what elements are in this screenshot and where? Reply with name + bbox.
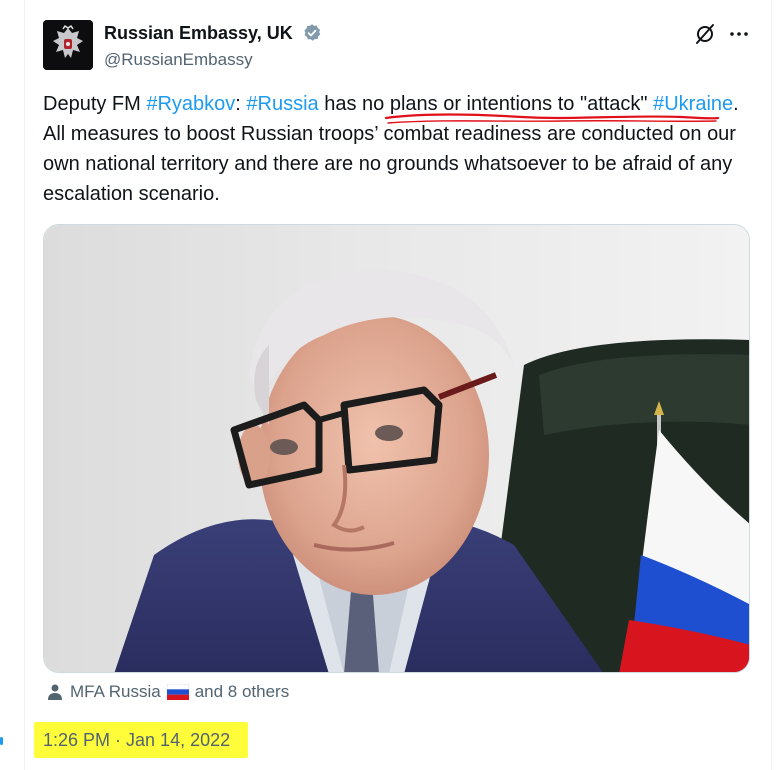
hashtag-ukraine[interactable]: #Ukraine bbox=[653, 93, 733, 115]
more-options-icon[interactable] bbox=[727, 22, 751, 46]
tagged-others: and 8 others bbox=[194, 682, 290, 701]
tweet-text-segment: : bbox=[235, 93, 247, 115]
tweet-photo[interactable] bbox=[43, 224, 750, 673]
verified-badge-icon bbox=[304, 24, 321, 41]
hashtag-russia[interactable]: #Russia bbox=[246, 93, 318, 115]
tweet-header: Russian Embassy, UK @RussianEmbassy bbox=[43, 20, 755, 72]
left-border bbox=[24, 0, 25, 770]
russian-flag-icon bbox=[166, 684, 189, 700]
tweet-text: Deputy FM #Ryabkov: #Russia has no plans… bbox=[43, 89, 755, 209]
tweet-text-segment: has bbox=[318, 93, 363, 115]
photo-of-man-with-glasses-and-russian-flag bbox=[44, 225, 749, 672]
avatar[interactable] bbox=[43, 20, 93, 70]
underlined-phrase: no plans or intentions to "attack" bbox=[362, 93, 648, 115]
author-handle[interactable]: @RussianEmbassy bbox=[104, 49, 322, 71]
tweet-text-segment: Deputy FM bbox=[43, 93, 147, 115]
tagged-users[interactable]: MFA Russia and 8 others bbox=[46, 681, 289, 703]
author-display-name[interactable]: Russian Embassy, UK bbox=[104, 22, 293, 44]
hashtag-ryabkov[interactable]: #Ryabkov bbox=[146, 93, 235, 115]
author-names: Russian Embassy, UK @RussianEmbassy bbox=[104, 22, 322, 71]
grok-icon[interactable] bbox=[693, 22, 717, 46]
russian-coat-of-arms-icon bbox=[43, 20, 93, 70]
tagged-first-user: MFA Russia bbox=[70, 682, 161, 701]
left-edge-marker bbox=[0, 737, 3, 745]
right-border bbox=[771, 0, 772, 770]
tweet-timestamp[interactable]: 1:26 PM · Jan 14, 2022 bbox=[43, 727, 230, 753]
person-icon bbox=[48, 684, 62, 700]
